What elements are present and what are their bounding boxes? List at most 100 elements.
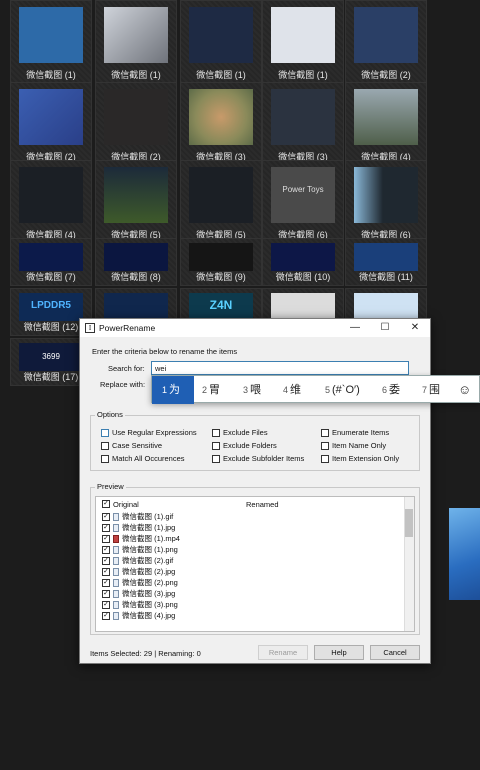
search-input[interactable]: wei <box>151 361 409 375</box>
checkbox-icon[interactable] <box>212 454 220 463</box>
file-row[interactable]: ✓ 微信截图 (1).png <box>102 544 178 555</box>
thumbnail-image <box>354 293 418 321</box>
option-label: Exclude Subfolder Items <box>223 454 305 463</box>
row-checkbox[interactable]: ✓ <box>102 534 110 543</box>
option-exclude-files[interactable]: Exclude Files <box>212 428 268 437</box>
scrollbar-thumb[interactable] <box>405 509 413 537</box>
file-name: 微信截图 (1).mp4 <box>122 534 180 543</box>
maximize-button[interactable]: ☐ <box>370 319 400 337</box>
checkbox-icon[interactable] <box>212 428 220 437</box>
video-file-icon <box>113 534 119 543</box>
file-name: 微信截图 (2).gif <box>122 556 174 565</box>
file-thumbnail[interactable]: 微信截图 (1) <box>180 0 262 84</box>
option-label: Item Extension Only <box>332 454 400 463</box>
help-button[interactable]: Help <box>314 645 364 660</box>
option-label: Exclude Files <box>223 428 268 437</box>
ime-candidate[interactable]: 2胃 <box>202 376 220 404</box>
file-thumbnail[interactable]: 微信截图 (1) <box>10 0 92 84</box>
checkbox-icon[interactable] <box>101 428 109 437</box>
checkbox-icon[interactable] <box>101 441 109 450</box>
row-checkbox[interactable]: ✓ <box>102 567 110 576</box>
file-caption: 微信截图 (8) <box>111 272 161 282</box>
row-checkbox[interactable]: ✓ <box>102 589 110 598</box>
option-exclude-folders[interactable]: Exclude Folders <box>212 441 277 450</box>
file-thumbnail[interactable]: 微信截图 (8) <box>95 238 177 286</box>
file-thumbnail[interactable]: 微信截图 (1) <box>95 0 177 84</box>
row-checkbox[interactable]: ✓ <box>102 600 110 609</box>
row-checkbox[interactable]: ✓ <box>102 512 110 521</box>
file-thumbnail[interactable]: 微信截图 (6) <box>345 160 427 244</box>
ime-candidate-bar: 1为 2胃 3喂 4维 5 (#`O′) 6委 7围 ☺ <box>151 375 480 404</box>
file-thumbnail[interactable]: 微信截图 (3) <box>180 82 262 166</box>
option-use-regex[interactable]: Use Regular Expressions <box>101 428 197 437</box>
file-thumbnail[interactable]: 微信截图 (2) <box>10 82 92 166</box>
ime-candidate[interactable]: 4维 <box>283 376 301 404</box>
file-thumbnail[interactable]: 微信截图 (1) <box>262 0 344 84</box>
cancel-button[interactable]: Cancel <box>370 645 420 660</box>
file-thumbnail[interactable]: 微信截图 (4) <box>10 160 92 244</box>
option-exclude-subfolder[interactable]: Exclude Subfolder Items <box>212 454 304 463</box>
file-thumbnail[interactable]: 微信截图 (9) <box>180 238 262 286</box>
file-row[interactable]: ✓ 微信截图 (4).jpg <box>102 610 175 621</box>
preview-list[interactable]: ✓ Original Renamed ✓ 微信截图 (1).gif ✓ 微信截图 (… <box>95 496 415 632</box>
title-bar[interactable]: I PowerRename — ☐ ✕ <box>80 319 430 337</box>
file-thumbnail[interactable]: 微信截图 (10) <box>262 238 344 286</box>
file-row[interactable]: ✓ 微信截图 (3).png <box>102 599 178 610</box>
checkbox-icon[interactable] <box>101 454 109 463</box>
row-checkbox[interactable]: ✓ <box>102 578 110 587</box>
ime-candidate[interactable]: 3喂 <box>243 376 261 404</box>
row-checkbox[interactable]: ✓ <box>102 556 110 565</box>
select-all-checkbox[interactable]: ✓ <box>102 500 110 508</box>
file-thumbnail[interactable]: 微信截图 (3) <box>262 82 344 166</box>
row-checkbox[interactable]: ✓ <box>102 523 110 532</box>
checkbox-icon[interactable] <box>321 454 329 463</box>
file-row[interactable]: ✓ 微信截图 (3).jpg <box>102 588 175 599</box>
file-thumbnail[interactable]: 微信截图 (5) <box>180 160 262 244</box>
file-name: 微信截图 (1).jpg <box>122 523 176 532</box>
rename-button[interactable]: Rename <box>258 645 308 660</box>
checkbox-icon[interactable] <box>212 441 220 450</box>
preview-scrollbar[interactable] <box>404 497 414 631</box>
ime-candidate[interactable]: 1为 <box>152 376 194 404</box>
ime-candidate[interactable]: 6委 <box>382 376 400 404</box>
emoji-icon[interactable]: ☺ <box>458 376 471 404</box>
row-checkbox[interactable]: ✓ <box>102 545 110 554</box>
partial-thumbnail <box>449 508 480 600</box>
ime-candidate[interactable]: 5 (#`O′) <box>325 376 360 404</box>
thumbnail-image <box>354 243 418 271</box>
file-row[interactable]: ✓ 微信截图 (1).gif <box>102 511 173 522</box>
option-label: Use Regular Expressions <box>112 428 197 437</box>
row-checkbox[interactable]: ✓ <box>102 611 110 620</box>
file-thumbnail[interactable]: 微信截图 (11) <box>345 238 427 286</box>
thumbnail-image: LPDDR5 <box>19 293 83 321</box>
option-extension-only[interactable]: Item Extension Only <box>321 454 399 463</box>
file-thumbnail[interactable]: 微信截图 (2) <box>345 0 427 84</box>
file-caption: 微信截图 (1) <box>111 70 161 80</box>
file-row[interactable]: ✓ 微信截图 (2).png <box>102 577 178 588</box>
file-thumbnail[interactable]: 微信截图 (2) <box>95 82 177 166</box>
file-thumbnail[interactable]: 微信截图 (5) <box>95 160 177 244</box>
file-row[interactable]: ✓ 微信截图 (1).mp4 <box>102 533 180 544</box>
ime-candidate[interactable]: 7围 <box>422 376 440 404</box>
file-row[interactable]: ✓ 微信截图 (2).jpg <box>102 566 175 577</box>
option-match-all[interactable]: Match All Occurences <box>101 454 185 463</box>
option-case-sensitive[interactable]: Case Sensitive <box>101 441 162 450</box>
column-renamed[interactable]: Renamed <box>246 500 279 509</box>
option-enumerate[interactable]: Enumerate Items <box>321 428 389 437</box>
column-original[interactable]: Original <box>113 500 139 509</box>
file-thumbnail[interactable]: 微信截图 (7) <box>10 238 92 286</box>
file-thumbnail[interactable]: Power Toys 微信截图 (6) <box>262 160 344 244</box>
file-thumbnail[interactable]: 微信截图 (4) <box>345 82 427 166</box>
file-icon <box>113 545 119 554</box>
preview-group: Preview ✓ Original Renamed ✓ 微信截图 (1).gif… <box>90 482 420 635</box>
minimize-button[interactable]: — <box>340 319 370 337</box>
search-label: Search for: <box>108 364 145 373</box>
checkbox-icon[interactable] <box>321 441 329 450</box>
thumbnail-image <box>271 89 335 145</box>
file-row[interactable]: ✓ 微信截图 (1).jpg <box>102 522 175 533</box>
file-row[interactable]: ✓ 微信截图 (2).gif <box>102 555 173 566</box>
close-button[interactable]: ✕ <box>400 319 430 337</box>
option-name-only[interactable]: Item Name Only <box>321 441 386 450</box>
checkbox-icon[interactable] <box>321 428 329 437</box>
thumbnail-image <box>189 167 253 223</box>
